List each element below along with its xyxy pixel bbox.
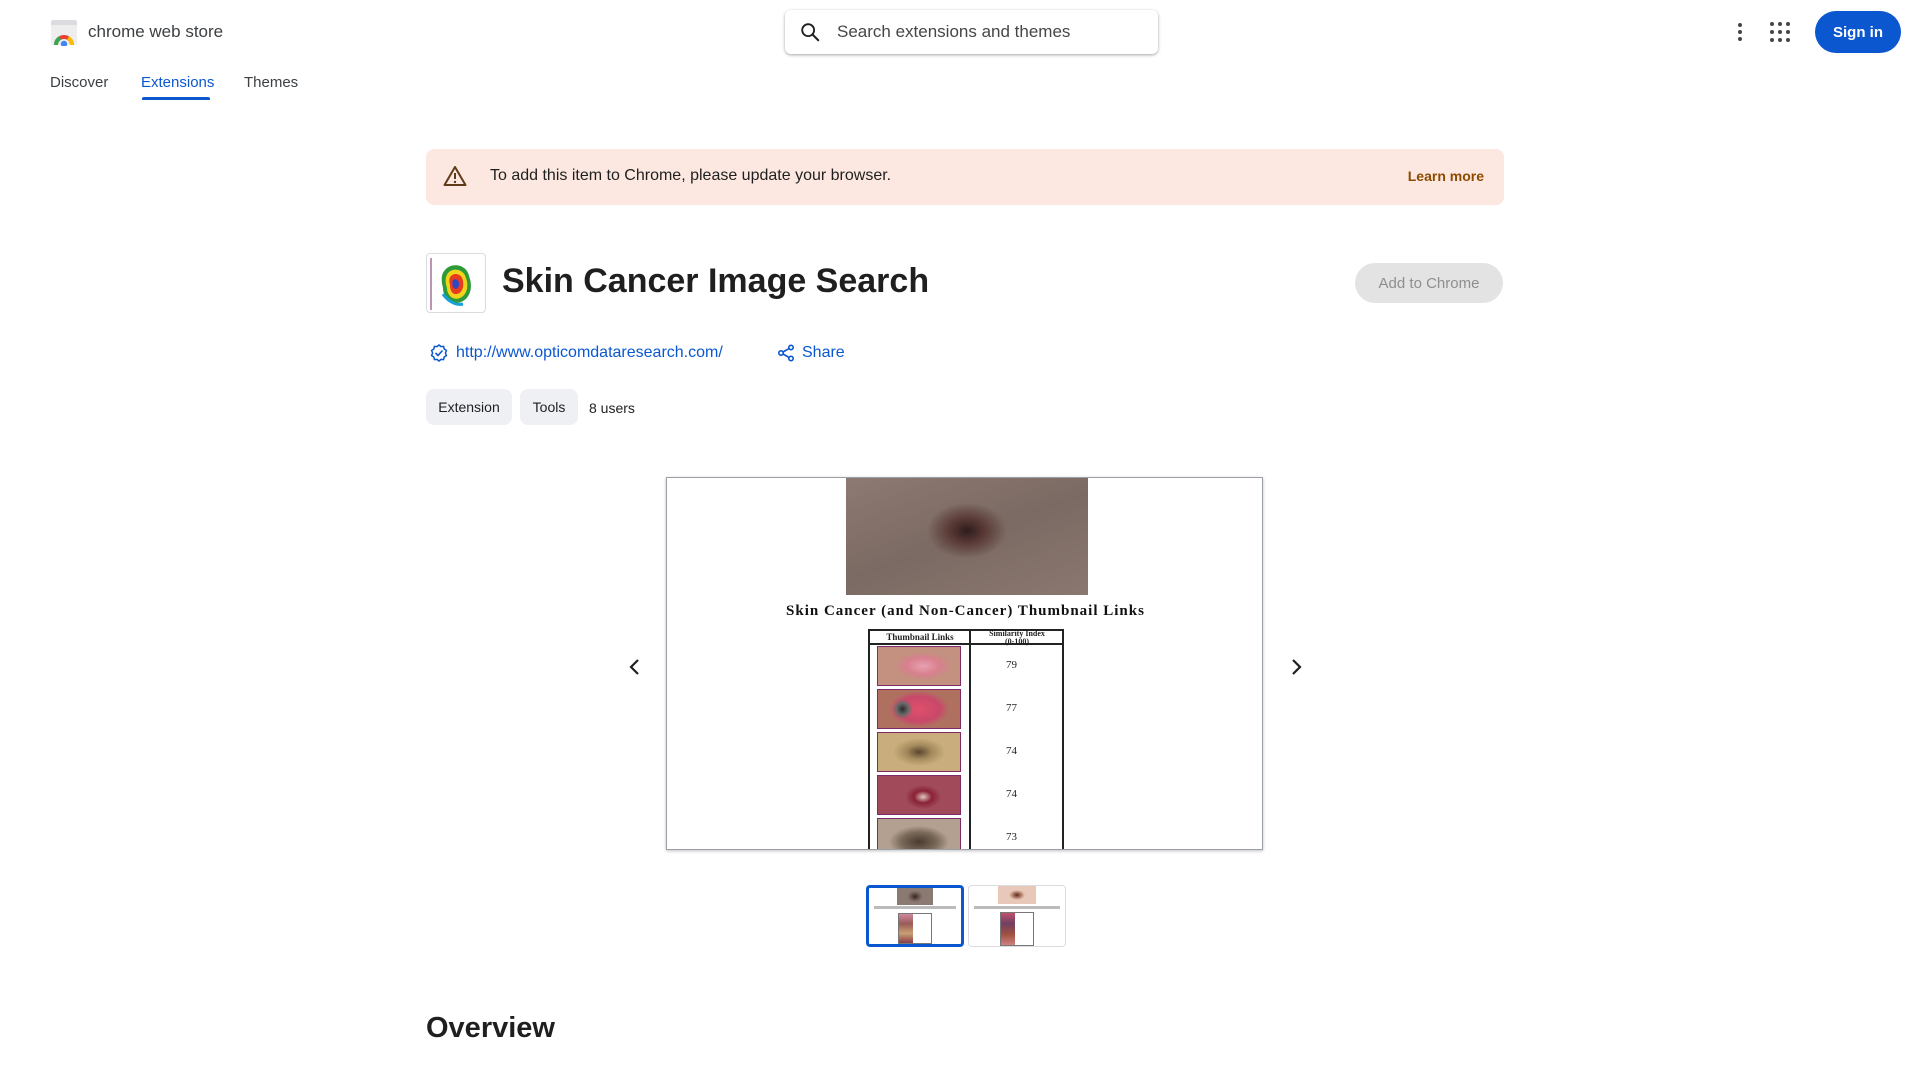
thumbnail-table: Thumbnail Links Similarity Index (0-100) … [868,629,1064,849]
sign-in-button[interactable]: Sign in [1815,11,1901,53]
chip-tools[interactable]: Tools [520,389,578,425]
verified-icon [430,344,448,362]
thumb-5 [877,818,961,849]
apps-grid-icon[interactable] [1766,18,1794,46]
active-tab-indicator [142,97,210,100]
extension-icon [426,253,486,313]
chip-extension[interactable]: Extension [426,389,512,425]
col-header-thumbnails: Thumbnail Links [886,632,954,642]
screenshot-thumbnail-1[interactable] [866,885,964,947]
mole-photo [846,478,1088,595]
thumb-1 [877,646,961,686]
search-input[interactable]: Search extensions and themes [837,22,1070,42]
search-icon [801,23,820,42]
tab-discover[interactable]: Discover [50,74,108,91]
thumb-3 [877,732,961,772]
share-icon[interactable] [777,344,795,362]
overview-heading: Overview [426,1012,555,1044]
screenshot-thumbnail-2[interactable] [968,885,1066,947]
col-header-similarity: Similarity Index (0-100) [989,629,1045,646]
user-count: 8 users [589,400,635,416]
chevron-right-icon[interactable] [1281,652,1311,682]
banner-message: To add this item to Chrome, please updat… [490,167,892,184]
extension-title: Skin Cancer Image Search [502,262,930,300]
publisher-website-link[interactable]: http://www.opticomdataresearch.com/ [456,344,723,362]
score-1: 79 [1006,659,1017,671]
screenshot-main: Skin Cancer (and Non-Cancer) Thumbnail L… [666,477,1263,850]
score-3: 74 [1006,745,1017,757]
thumb-2 [877,689,961,729]
score-4: 74 [1006,788,1017,800]
update-browser-banner: To add this item to Chrome, please updat… [426,149,1504,205]
tab-extensions[interactable]: Extensions [141,74,214,91]
screenshot-heading: Skin Cancer (and Non-Cancer) Thumbnail L… [786,603,1145,619]
learn-more-link[interactable]: Learn more [1408,168,1484,184]
top-header: chrome web store Search extensions and t… [0,0,1920,64]
score-5: 73 [1006,831,1017,843]
share-button[interactable]: Share [802,344,845,362]
more-vert-icon[interactable] [1724,16,1756,48]
store-name[interactable]: chrome web store [88,22,223,42]
thumb-4 [877,775,961,815]
search-box[interactable]: Search extensions and themes [785,10,1158,54]
score-2: 77 [1006,702,1017,714]
chrome-web-store-logo[interactable] [50,20,78,46]
add-to-chrome-button[interactable]: Add to Chrome [1355,263,1503,303]
warning-icon [443,166,467,186]
tab-themes[interactable]: Themes [244,74,298,91]
chevron-left-icon[interactable] [620,652,650,682]
